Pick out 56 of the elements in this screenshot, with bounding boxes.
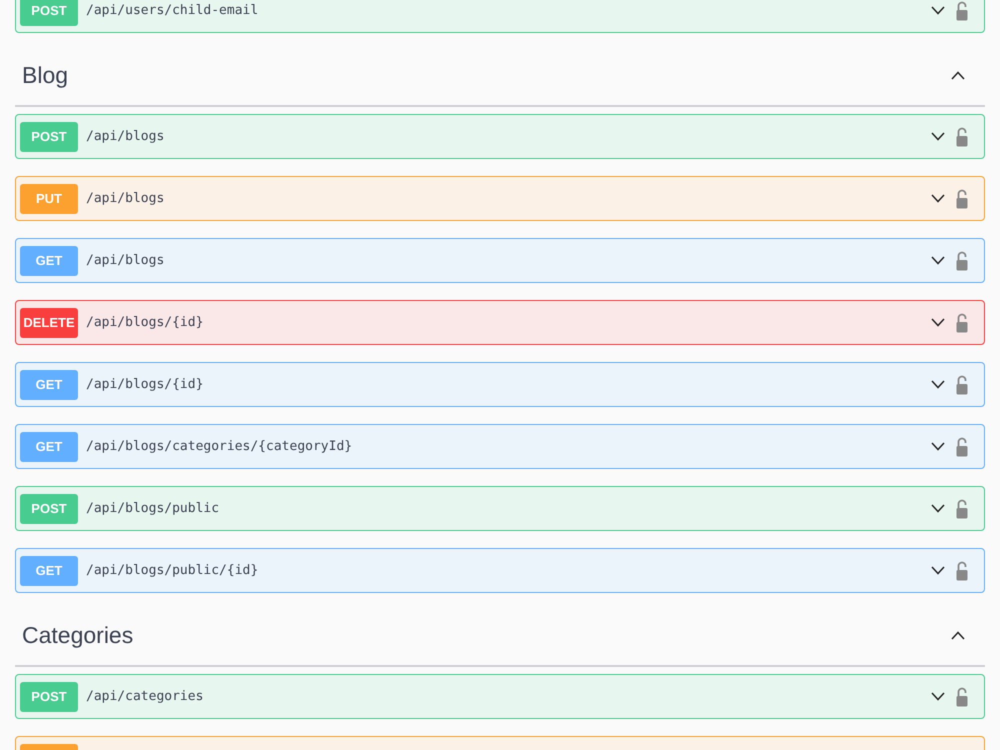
endpoint-path: /api/blogs (86, 128, 164, 146)
method-badge: DELETE (20, 308, 78, 338)
chevron-down-icon[interactable] (931, 318, 945, 327)
chevron-down-icon[interactable] (931, 442, 945, 451)
endpoint-path: /api/blogs (86, 190, 164, 208)
endpoint-path: /api/users/child-email (86, 2, 258, 20)
operation-row[interactable]: POST /api/categories (15, 674, 985, 719)
chevron-down-icon[interactable] (931, 194, 945, 203)
operation-row[interactable]: GET /api/blogs/categories/{categoryId} (15, 424, 985, 469)
method-badge: GET (20, 556, 78, 586)
padlock-icon[interactable] (956, 312, 968, 332)
operation-row[interactable]: POST /api/users/child-email (15, 0, 985, 33)
operation-row[interactable]: PUT /api/blogs (15, 176, 985, 221)
endpoint-path: /api/blogs/{id} (86, 314, 204, 332)
padlock-icon[interactable] (956, 498, 968, 518)
method-badge: GET (20, 432, 78, 462)
endpoint-path: /api/blogs (86, 252, 164, 270)
endpoint-path: /api/blogs/categories/{categoryId} (86, 438, 352, 456)
method-badge: POST (20, 122, 78, 152)
padlock-icon[interactable] (956, 250, 968, 270)
chevron-down-icon[interactable] (931, 380, 945, 389)
section-title: Categories (22, 620, 134, 650)
operation-row[interactable]: DELETE /api/blogs/{id} (15, 300, 985, 345)
padlock-icon[interactable] (956, 436, 968, 456)
method-badge: PUT (20, 184, 78, 214)
endpoint-path: /api/blogs/public (86, 500, 220, 518)
chevron-down-icon[interactable] (931, 566, 945, 575)
endpoint-path: /api/blogs/{id} (86, 376, 204, 394)
endpoint-path: /api/blogs/public/{id} (86, 562, 258, 580)
padlock-icon[interactable] (956, 374, 968, 394)
section-header[interactable]: Categories (15, 605, 985, 667)
chevron-down-icon[interactable] (931, 692, 945, 701)
method-badge: GET (20, 246, 78, 276)
operation-row[interactable]: POST /api/blogs/public (15, 486, 985, 531)
padlock-icon[interactable] (956, 126, 968, 146)
method-badge: GET (20, 370, 78, 400)
chevron-up-icon[interactable] (951, 630, 965, 640)
padlock-icon[interactable] (956, 560, 968, 580)
operation-row[interactable]: GET /api/blogs (15, 238, 985, 283)
method-badge: POST (20, 494, 78, 524)
chevron-down-icon[interactable] (931, 132, 945, 141)
method-badge: POST (20, 682, 78, 712)
chevron-down-icon[interactable] (931, 504, 945, 513)
chevron-down-icon[interactable] (931, 6, 945, 15)
section-title: Blog (22, 60, 68, 90)
padlock-icon[interactable] (956, 0, 968, 20)
padlock-icon[interactable] (956, 686, 968, 706)
padlock-icon[interactable] (956, 188, 968, 208)
chevron-down-icon[interactable] (931, 256, 945, 265)
endpoint-path: /api/categories (86, 688, 204, 706)
operation-row[interactable]: POST /api/blogs (15, 114, 985, 159)
chevron-up-icon[interactable] (951, 70, 965, 80)
section-header[interactable]: Blog (15, 45, 985, 107)
method-badge: POST (20, 0, 78, 26)
operation-row[interactable]: GET /api/blogs/public/{id} (15, 548, 985, 593)
operation-row[interactable]: GET /api/blogs/{id} (15, 362, 985, 407)
